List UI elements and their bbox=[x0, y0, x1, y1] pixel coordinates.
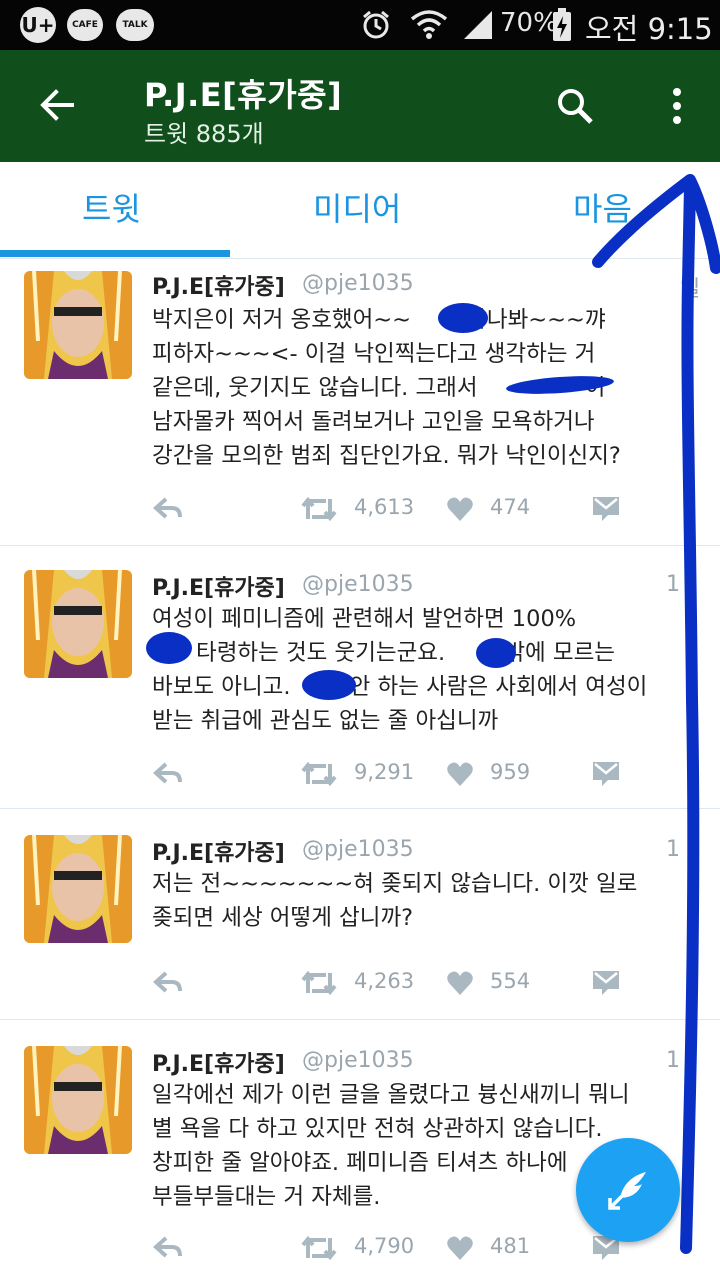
reply-icon[interactable] bbox=[152, 969, 184, 997]
more-vert-icon bbox=[673, 88, 681, 124]
tweet-author-handle: @pje1035 bbox=[302, 572, 414, 597]
reply-icon[interactable] bbox=[152, 1234, 184, 1262]
like-count: 554 bbox=[490, 969, 531, 993]
status-bar: U+ CAFE TALK 70% 오전 9:15 bbox=[0, 0, 720, 50]
tweet-item[interactable]: P.J.E[휴가중] @pje1035 1 여성이 페미니즘에 관련해서 발언하… bbox=[0, 546, 720, 809]
retweet-icon[interactable] bbox=[300, 1234, 338, 1262]
compose-tweet-button[interactable] bbox=[576, 1138, 680, 1242]
reply-icon[interactable] bbox=[152, 495, 184, 523]
tweet-author-handle: @pje1035 bbox=[302, 837, 414, 862]
clock: 오전 9:15 bbox=[585, 12, 713, 46]
kakaotalk-icon: TALK bbox=[116, 9, 154, 41]
heart-icon[interactable] bbox=[446, 495, 474, 523]
retweet-count: 4,613 bbox=[354, 495, 415, 519]
tweet-author-name: P.J.E[휴가중] bbox=[152, 1052, 285, 1077]
reply-icon[interactable] bbox=[152, 760, 184, 788]
more-options-button[interactable] bbox=[662, 84, 692, 128]
tweet-item[interactable]: P.J.E[휴가중] @pje1035 1 저는 전~~~~~~~혀 좆되지 않… bbox=[0, 809, 720, 1020]
redaction-mark bbox=[476, 638, 516, 668]
tweet-timestamp: 1 bbox=[666, 1048, 680, 1073]
envelope-icon[interactable] bbox=[592, 495, 620, 523]
heart-icon[interactable] bbox=[446, 969, 474, 997]
profile-tabs: 트윗 미디어 마음 bbox=[0, 162, 720, 259]
tweet-line: 박지은이 저거 옹호했어~~ bbox=[152, 307, 419, 333]
heart-icon[interactable] bbox=[446, 1234, 474, 1262]
tweet-line: 피하자~~~<- 이걸 낙인찍는다고 생각하는 거 bbox=[152, 341, 596, 367]
tweet-author-handle: @pje1035 bbox=[302, 1048, 414, 1073]
heart-icon[interactable] bbox=[446, 760, 474, 788]
signal-icon bbox=[462, 9, 494, 41]
tweet-timestamp: 1 bbox=[666, 837, 680, 862]
cafe-icon: CAFE bbox=[67, 9, 103, 41]
back-button[interactable] bbox=[36, 84, 78, 126]
tweet-line: 별 욕을 다 하고 있지만 전혀 상관하지 않습니다. bbox=[152, 1116, 603, 1142]
tweet-line: 같은데, 웃기지도 않습니다. 그래서 bbox=[152, 375, 485, 401]
redaction-mark bbox=[302, 670, 356, 700]
tweet-line: 남자몰카 찍어서 돌려보거나 고인을 모욕하거나 bbox=[152, 409, 595, 435]
tweet-line: 일각에선 제가 이런 글을 올렸다고 븅신새끼니 뭐니 bbox=[152, 1082, 630, 1108]
tweet-text: 저는 전~~~~~~~혀 좆되지 않습니다. 이깟 일로 좆되면 세상 어떻게 … bbox=[152, 867, 672, 935]
uplus-icon: U+ bbox=[20, 7, 56, 43]
tab-media[interactable]: 미디어 bbox=[313, 184, 401, 230]
envelope-icon[interactable] bbox=[592, 760, 620, 788]
tweet-line: 밖에 모르는 bbox=[504, 640, 615, 666]
tweet-line: 강간을 모의한 범죄 집단인가요. 뭐가 낙인이신지? bbox=[152, 443, 621, 469]
like-count: 959 bbox=[490, 760, 531, 784]
retweet-count: 4,790 bbox=[354, 1234, 415, 1258]
tweet-timestamp: 일 bbox=[680, 277, 701, 302]
tweet-text: 여성이 페미니즘에 관련해서 발언하면 100% 타령하는 것도 웃기는군요. … bbox=[152, 602, 672, 738]
avatar[interactable] bbox=[24, 271, 132, 379]
like-count: 481 bbox=[490, 1234, 531, 1258]
profile-app-bar: P.J.E[휴가중] 트윗 885개 bbox=[0, 50, 720, 162]
compose-tweet-icon bbox=[608, 1172, 646, 1210]
avatar[interactable] bbox=[24, 570, 132, 678]
battery-charging-icon bbox=[552, 8, 572, 41]
tweet-author-name: P.J.E[휴가중] bbox=[152, 841, 285, 866]
avatar[interactable] bbox=[24, 1046, 132, 1154]
tab-likes[interactable]: 마음 bbox=[573, 184, 632, 230]
tweet-author-handle: @pje1035 bbox=[302, 271, 414, 296]
tweet-timestamp: 1 bbox=[666, 572, 680, 597]
retweet-count: 9,291 bbox=[354, 760, 415, 784]
retweet-icon[interactable] bbox=[300, 760, 338, 788]
retweet-count: 4,263 bbox=[354, 969, 415, 993]
tweet-count: 트윗 885개 bbox=[144, 120, 264, 148]
like-count: 474 bbox=[490, 495, 531, 519]
wifi-icon bbox=[410, 9, 448, 41]
profile-title: P.J.E[휴가중] bbox=[144, 76, 343, 114]
tweet-line: 받는 취급에 관심도 없는 줄 아십니까 bbox=[152, 708, 499, 734]
search-icon bbox=[558, 89, 593, 124]
redaction-mark bbox=[146, 632, 192, 664]
arrow-left-icon bbox=[40, 89, 74, 121]
tweet-line: 좆되면 세상 어떻게 삽니까? bbox=[152, 905, 414, 931]
avatar[interactable] bbox=[24, 835, 132, 943]
tweet-line: 저는 전~~~~~~~혀 좆되지 않습니다. 이깟 일로 bbox=[152, 871, 638, 897]
tweet-line: 여성이 페미니즘에 관련해서 발언하면 100% bbox=[152, 606, 577, 632]
alarm-icon bbox=[360, 9, 392, 41]
tweet-author-name: P.J.E[휴가중] bbox=[152, 275, 285, 300]
tab-tweets[interactable]: 트윗 bbox=[82, 184, 141, 230]
tweet-author-name: P.J.E[휴가중] bbox=[152, 576, 285, 601]
search-button[interactable] bbox=[555, 86, 595, 126]
retweet-icon[interactable] bbox=[300, 969, 338, 997]
tweet-line: 바보도 아니고. bbox=[152, 674, 298, 700]
envelope-icon[interactable] bbox=[592, 969, 620, 997]
redaction-mark bbox=[438, 303, 488, 333]
tweet-item[interactable]: P.J.E[휴가중] @pje1035 일 박지은이 저거 옹호했어~~ 하나봐… bbox=[0, 259, 720, 546]
tweet-line: 타령하는 것도 웃기는군요. bbox=[196, 640, 453, 666]
retweet-icon[interactable] bbox=[300, 495, 338, 523]
battery-percent: 70% bbox=[500, 8, 558, 38]
active-tab-indicator bbox=[0, 250, 230, 257]
tweet-line: 안 하는 사람은 사회에서 여성이 bbox=[349, 674, 648, 700]
